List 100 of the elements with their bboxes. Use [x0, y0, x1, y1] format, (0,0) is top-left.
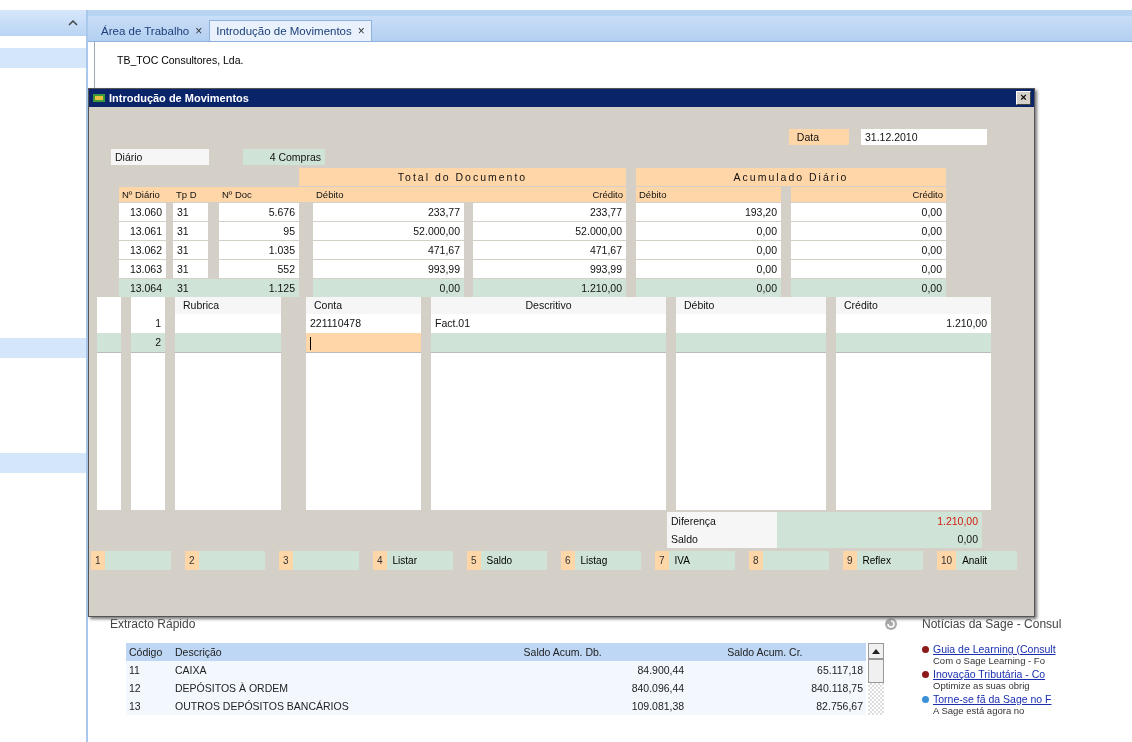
table-cell: 1.035: [219, 241, 299, 259]
table-cell: 13.061: [119, 222, 166, 240]
collapse-icon[interactable]: [68, 19, 78, 27]
table-cell: 1.210,00: [836, 314, 991, 333]
table-cell: DEPÓSITOS À ORDEM: [172, 679, 444, 697]
total-value: 0,00: [777, 530, 982, 548]
row-number: 1: [131, 314, 165, 333]
table-cell: 471,67: [313, 241, 464, 259]
table-cell: 13.062: [119, 241, 166, 259]
journal-type-field[interactable]: 4 Compras: [243, 149, 325, 165]
table-cell: 95: [219, 222, 299, 240]
table-cell: 109.081,38: [443, 697, 688, 715]
panel-title: Notícias da Sage - Consul: [922, 617, 1063, 633]
table-cell: 0,00: [791, 203, 946, 221]
column-header: Crédito: [791, 187, 946, 202]
table-cell: 65.117,18: [687, 661, 866, 679]
table-cell: 221110478: [306, 314, 421, 333]
table-cell: 82.756,67: [687, 697, 866, 715]
table-cell: 12: [126, 679, 172, 697]
table-cell: 0,00: [636, 241, 781, 259]
table-cell: 0,00: [791, 260, 946, 278]
function-key[interactable]: 10 Analit: [937, 551, 1017, 570]
close-icon[interactable]: ×: [195, 24, 203, 38]
function-key[interactable]: 1: [91, 551, 171, 570]
panel-title: Extracto Rápido: [110, 617, 196, 631]
tab-label: Área de Trabalho: [101, 25, 190, 37]
date-label: Data: [788, 129, 849, 145]
table-cell: 0,00: [791, 222, 946, 240]
column-header: Conta: [306, 297, 421, 314]
column-header: Débito: [676, 297, 826, 314]
scrollbar[interactable]: [868, 643, 884, 715]
table-cell: 1.210,00: [473, 279, 626, 297]
table-cell: 0,00: [636, 260, 781, 278]
table-cell: [97, 297, 121, 314]
news-summary: A Sage está agora no: [932, 705, 1026, 716]
function-key[interactable]: 2: [185, 551, 265, 570]
account-input[interactable]: [306, 333, 421, 352]
news-link[interactable]: Torne-se fã da Sage no F: [933, 693, 1052, 705]
column-header: Tp D: [173, 187, 208, 202]
table-cell: 993,99: [473, 260, 626, 278]
tab[interactable]: Introdução de Movimentos ×: [209, 20, 372, 41]
text-cursor: [310, 336, 311, 350]
news-link[interactable]: Inovação Tributária - Co: [933, 668, 1046, 680]
total-label: Diferença: [667, 512, 777, 530]
date-field[interactable]: 31.12.2010: [861, 129, 987, 145]
dialog-title: Introdução de Movimentos: [109, 92, 250, 104]
table-cell: 233,77: [473, 203, 626, 221]
close-button[interactable]: ×: [1016, 91, 1031, 105]
refresh-icon[interactable]: [884, 617, 898, 631]
table-cell: 13.064: [119, 279, 166, 297]
table-cell: CAIXA: [172, 661, 444, 679]
table-cell: 1.125: [219, 279, 299, 297]
tab-label: Introdução de Movimentos: [216, 25, 352, 37]
column-header: Nº Diário: [119, 187, 166, 202]
table-cell: 471,67: [473, 241, 626, 259]
table-cell: 993,99: [313, 260, 464, 278]
table-cell: 31: [173, 279, 208, 297]
table-cell: 5.676: [219, 203, 299, 221]
table-cell: Fact.01: [431, 314, 666, 333]
column-header: Descrição: [172, 643, 444, 661]
row-number: 2: [131, 333, 165, 352]
table-cell: 193,20: [636, 203, 781, 221]
column-group-header: Total do Documento: [299, 168, 626, 186]
table-cell: 13: [126, 697, 172, 715]
table-cell: 233,77: [313, 203, 464, 221]
tab[interactable]: Área de Trabalho ×: [94, 20, 210, 41]
function-key[interactable]: 7 IVA: [655, 551, 735, 570]
table-cell: 840.096,44: [443, 679, 688, 697]
journal-field[interactable]: Diário: [111, 149, 209, 165]
table-cell: 52.000,00: [473, 222, 626, 240]
column-header: Descritivo: [431, 297, 666, 314]
app-icon: [92, 92, 106, 104]
table-cell: [97, 333, 121, 352]
total-value: 1.210,00: [777, 512, 982, 530]
table-cell: 840.118,75: [687, 679, 866, 697]
function-key[interactable]: 9 Reflex: [843, 551, 923, 570]
scroll-up-icon[interactable]: [872, 648, 880, 654]
total-label: Saldo: [667, 530, 777, 548]
function-key[interactable]: 4 Listar: [373, 551, 453, 570]
table-cell: OUTROS DEPÓSITOS BANCÁRIOS: [172, 697, 444, 715]
column-header: Saldo Acum. Cr.: [687, 643, 866, 661]
column-header: Nº Doc: [219, 187, 299, 202]
function-key[interactable]: 6 Listag: [561, 551, 641, 570]
table-cell: [131, 297, 165, 314]
table-cell: 11: [126, 661, 172, 679]
table-cell: 13.063: [119, 260, 166, 278]
table-cell: [97, 314, 121, 333]
column-header: Rubrica: [175, 297, 281, 314]
function-key[interactable]: 5 Saldo: [467, 551, 547, 570]
table-cell: 13.060: [119, 203, 166, 221]
table-cell: 0,00: [636, 279, 781, 297]
company-name: TB_TOC Consultores, Lda.: [116, 53, 245, 68]
table-cell: 31: [173, 241, 208, 259]
table-cell: 52.000,00: [313, 222, 464, 240]
function-key[interactable]: 8: [749, 551, 829, 570]
table-cell: 0,00: [791, 279, 946, 297]
news-link[interactable]: Guia de Learning (Consult: [933, 643, 1056, 655]
function-key[interactable]: 3: [279, 551, 359, 570]
news-summary: Com o Sage Learning - Fo: [932, 655, 1046, 666]
close-icon[interactable]: ×: [357, 24, 365, 38]
